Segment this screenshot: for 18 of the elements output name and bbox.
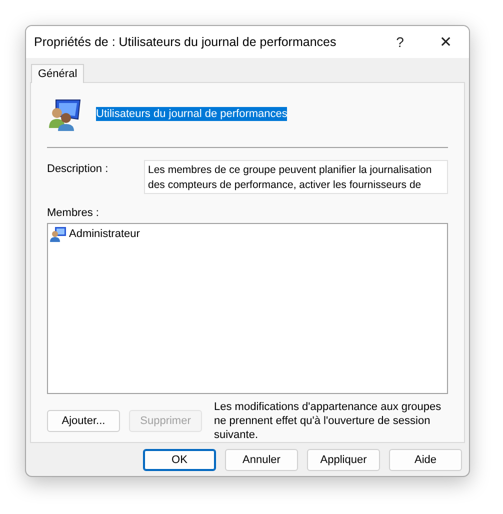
close-button[interactable]: ✕ — [423, 26, 469, 58]
users-group-icon — [47, 97, 81, 131]
dialog-button[interactable]: Aide — [389, 449, 462, 471]
tab[interactable]: Général — [31, 64, 84, 83]
dialog-button[interactable]: Annuler — [225, 449, 298, 471]
help-button[interactable]: ? — [377, 26, 423, 58]
window-title: Propriétés de : Utilisateurs du journal de performances — [34, 35, 338, 49]
description-field[interactable]: Les membres de ce groupe peuvent planifier la journalisation des compteurs de performance, activer les fournisseurs de — [144, 160, 448, 194]
description-label: Description : — [47, 162, 110, 175]
member-item[interactable]: Administrateur — [50, 226, 445, 242]
dialog-button[interactable]: Appliquer — [307, 449, 380, 471]
user-computer-icon — [50, 226, 66, 242]
members-label: Membres : — [47, 207, 100, 219]
note-text: Les modifications d'appartenance aux groupes ne prennent effet qu'à l'ouverture de session suivante. — [214, 400, 442, 442]
dialog-button[interactable]: OK — [143, 449, 216, 471]
group-name-field[interactable]: Utilisateurs du journal de performances — [96, 107, 288, 121]
add-button[interactable]: Ajouter... — [47, 410, 120, 432]
members-list[interactable]: Administrateur — [47, 223, 448, 394]
